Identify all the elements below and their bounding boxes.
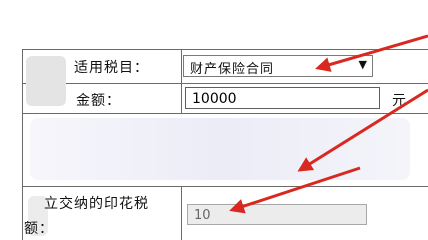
tax-calculator-form: 适用税目： 财产保险合同 ▼ 金额： 10000 元 立交纳的印花税 额： 10 <box>0 0 428 240</box>
annotation-arrows <box>229 34 428 214</box>
red-arrow-icon <box>229 166 361 214</box>
red-arrow-icon <box>297 88 428 172</box>
red-arrow-icon <box>315 34 428 72</box>
